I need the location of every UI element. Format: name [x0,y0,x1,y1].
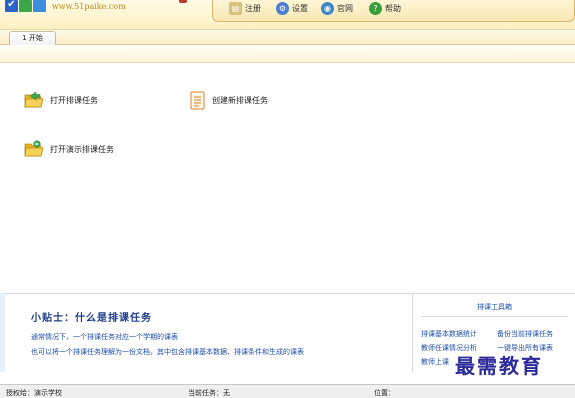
register-label: 注册 [245,3,261,13]
open-task-label: 打开排课任务 [50,95,98,105]
tip-title: 小贴士：什么是排课任务 [31,313,152,324]
divider [421,316,568,317]
tip-line-1: 通常情况下，一个排课任务对应一个学期的课表 [31,333,178,341]
site-url: www.51paike.com [52,2,126,11]
gear-icon: ⚙ [276,1,289,15]
tab-strip: 1 开始 [0,30,575,45]
check-icon: ✔ [7,0,16,10]
help-button[interactable]: ? 帮助 [369,1,401,15]
open-folder-icon [24,91,44,108]
tools-title: 排课工具箱 [477,303,512,311]
settings-button[interactable]: ⚙ 设置 [276,1,308,15]
app-logo: ✔ [3,0,47,14]
status-location: 位置： [374,389,395,397]
tab-start[interactable]: 1 开始 [9,31,56,45]
create-task-button[interactable]: 创建新排课任务 [190,91,268,110]
app-header: ✔ www.51paike.com ▤ 注册 ⚙ 设置 ◉ 官网 ? 帮助 [0,0,575,30]
help-label: 帮助 [385,3,401,13]
document-icon [190,91,205,110]
website-label: 官网 [337,3,353,13]
open-demo-task-button[interactable]: 打开演示排课任务 [24,140,114,158]
tip-line-2: 也可以将一个排课任务理解为一份文档，其中包含排课基本数据、排课条件和生成的课表 [31,348,304,356]
create-task-label: 创建新排课任务 [212,96,268,105]
status-current-task: 当前任务：无 [188,389,230,397]
tool-link-backup-task[interactable]: 备份当前排课任务 [497,329,553,339]
tool-link-teacher-schedule[interactable]: 教师上课 [421,357,449,367]
top-toolbar: ▤ 注册 ⚙ 设置 ◉ 官网 ? 帮助 [212,0,575,22]
help-icon: ? [369,1,382,15]
ribbon-area [0,46,575,63]
globe-icon: ◉ [321,1,334,15]
window-marker [179,0,187,3]
settings-label: 设置 [292,3,308,13]
open-demo-task-label: 打开演示排课任务 [50,144,114,154]
tip-panel: 小贴士：什么是排课任务 通常情况下，一个排课任务对应一个学期的课表 也可以将一个… [5,293,412,372]
watermark-text: 最需教育 [449,351,575,381]
register-button[interactable]: ▤ 注册 [229,1,261,15]
register-icon: ▤ [229,1,242,15]
website-button[interactable]: ◉ 官网 [321,1,353,15]
status-bar: 授权给：演示学校 当前任务：无 位置： [0,384,575,398]
demo-folder-icon [24,140,44,157]
status-licensee: 授权给：演示学校 [6,389,62,397]
tool-link-data-stats[interactable]: 排课基本数据统计 [421,329,477,339]
open-task-button[interactable]: 打开排课任务 [24,91,98,109]
